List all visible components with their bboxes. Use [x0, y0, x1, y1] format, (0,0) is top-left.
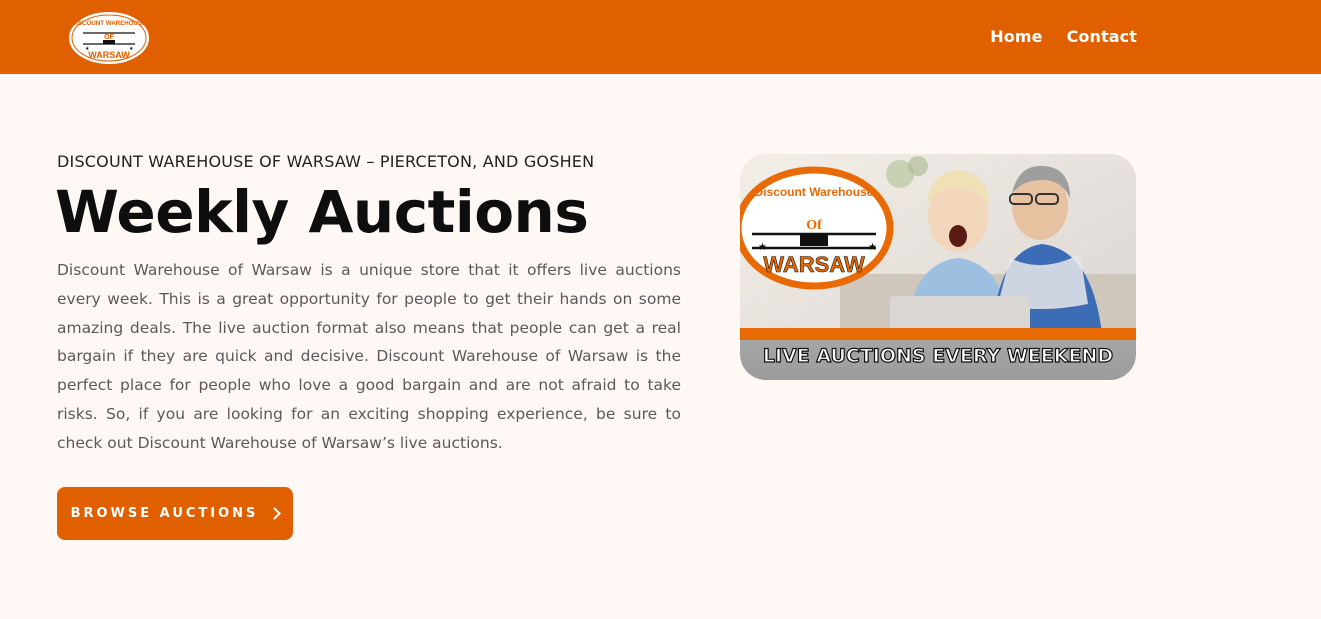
browse-auctions-button[interactable]: BROWSE AUCTIONS [57, 487, 293, 540]
hero-description: Discount Warehouse of Warsaw is a unique… [57, 261, 681, 452]
banner-logo-middle-text: Of [806, 218, 822, 233]
nav-contact-link[interactable]: Contact [1067, 26, 1137, 48]
site-logo[interactable]: DISCOUNT WAREHOUSE OF ★ ★ WARSAW [67, 10, 151, 66]
chevron-right-icon [268, 507, 282, 520]
page-title: Weekly Auctions [55, 178, 589, 246]
banner-logo-top-text: Discount Warehouse [755, 185, 874, 199]
svg-text:★: ★ [129, 46, 134, 52]
logo-bottom-text: WARSAW [88, 50, 130, 60]
logo-middle-text: OF [104, 34, 114, 41]
hero-eyebrow: DISCOUNT WAREHOUSE OF WARSAW – PIERCETON… [57, 152, 595, 171]
svg-text:★: ★ [868, 242, 877, 253]
banner-caption-text: LIVE AUCTIONS EVERY WEEKEND [762, 344, 1114, 367]
hero-image: Discount Warehouse Of ★ ★ WARSAW LIVE AU… [740, 154, 1136, 380]
nav-home-link[interactable]: Home [990, 26, 1042, 48]
banner-orange-band [740, 328, 1136, 340]
banner-logo-bottom-text: WARSAW [763, 252, 865, 277]
site-header: DISCOUNT WAREHOUSE OF ★ ★ WARSAW Home Co… [0, 0, 1321, 74]
browse-auctions-label: BROWSE AUCTIONS [70, 506, 259, 521]
main-nav: Home Contact [990, 26, 1137, 48]
logo-top-text: DISCOUNT WAREHOUSE [72, 20, 147, 27]
hero-section: DISCOUNT WAREHOUSE OF WARSAW – PIERCETON… [0, 74, 1321, 619]
